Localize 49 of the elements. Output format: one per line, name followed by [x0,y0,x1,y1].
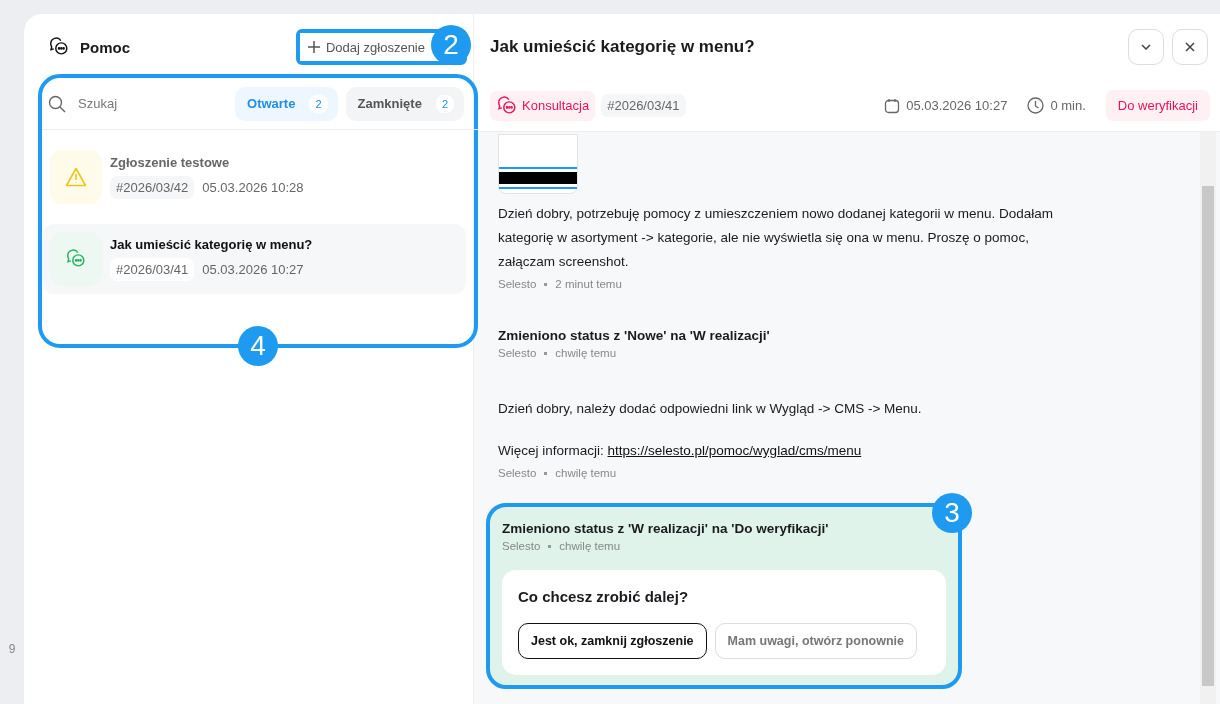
category-tag: Konsultacja [490,90,596,121]
status-change-text: Zmieniono status z 'W realizacji' na 'Do weryfikacji' [502,521,830,536]
filter-tab[interactable]: Otwarte 2 [235,86,338,121]
ticket-title: Zgłoszenie testowe [110,155,231,170]
chat-bubbles-icon [48,36,70,58]
warning-icon [65,167,87,187]
action-question: Co chcesz zrobić dalej? [518,588,690,605]
callout-number: 3 [932,493,972,533]
callout-number: 4 [238,326,278,366]
status-change-text: Zmieniono status z 'Nowe' na 'W realizacji' [498,328,771,343]
ticket-number: #2026/03/41 [110,258,195,281]
search-icon [48,94,66,113]
message-meta: Selesto 2 minut temu [498,278,623,290]
more-info-text: Więcej informacji: https://selesto.pl/pomoc/wyglad/cms/menu [498,442,863,460]
message-text: Dzień dobry, należy dodać odpowiedni link w Wygląd -> CMS -> Menu. [498,400,923,418]
close-icon [1185,42,1195,52]
ticket-date: 05.03.2026 10:28 [202,180,304,195]
panel-title: Pomoc [80,38,131,56]
duration-text: 0 min. [1050,98,1086,113]
clock-icon [1027,97,1045,114]
ticket-date: 05.03.2026 10:27 [202,262,304,277]
chat-bubbles-icon [496,94,518,117]
attachment-thumbnail[interactable] [498,134,578,194]
plus-icon [308,41,320,53]
ticket-item[interactable]: Zgłoszenie testowe #2026/03/42 05.03.2026 10:28 [42,142,466,212]
ticket-date: 05.03.2026 10:27 [906,98,1008,113]
filter-tab[interactable]: Zamknięte 2 [345,86,464,121]
message-meta: Selesto chwilę temu [502,540,622,552]
chart-axis-label: 9 [8,642,16,656]
chat-bubbles-icon [65,248,87,270]
message-meta: Selesto chwilę temu [498,347,618,359]
count-badge: 2 [435,94,454,113]
ticket-item[interactable]: Jak umieścić kategorię w menu? #2026/03/41 05.03.2026 10:27 [42,224,466,294]
count-badge: 2 [309,94,328,113]
status-badge: Do weryfikacji [1105,90,1210,121]
chevron-down-icon [1141,44,1151,50]
scrollbar[interactable] [1200,132,1216,704]
ticket-title: Jak umieścić kategorię w menu? [110,237,313,252]
close-button[interactable] [1172,29,1208,65]
ticket-number: #2026/03/41 [601,94,686,117]
message-meta: Selesto chwilę temu [498,467,618,479]
ticket-number: #2026/03/42 [110,176,195,199]
message-text: Dzień dobry, potrzebuję pomocy z umieszczeniem nowo dodanej kategorii w menu. Dodałam kategorię w asortyment -> kategorie, ale nie wyświetla się ona w menu. Proszę o pomoc, załączam screenshot. [498,205,1055,271]
action-button[interactable]: Mam uwagi, otwórz ponownie [714,623,917,659]
ticket-heading: Jak umieścić kategorię w menu? [490,37,756,57]
collapse-button[interactable] [1128,29,1164,65]
calendar-icon [884,97,901,114]
action-button[interactable]: Jest ok, zamknij zgłoszenie [518,623,707,659]
help-link[interactable]: https://selesto.pl/pomoc/wyglad/cms/menu [607,443,862,458]
